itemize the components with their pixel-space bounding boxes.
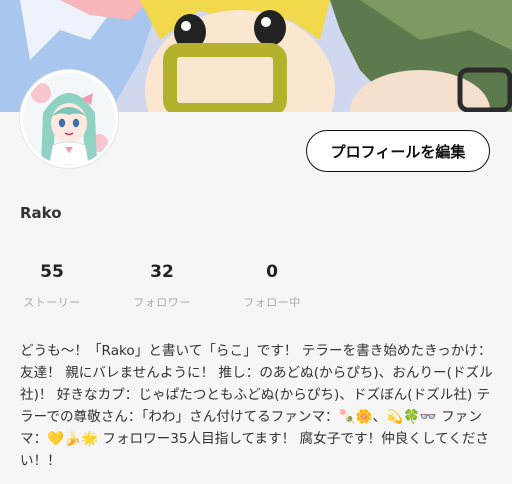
stories-label: ストーリー <box>23 296 81 309</box>
stories-count: 55 <box>40 262 64 282</box>
stat-followers[interactable]: 32 フォロワー <box>117 262 207 310</box>
following-label: フォロー中 <box>243 296 301 309</box>
profile-avatar[interactable] <box>20 70 118 168</box>
edit-profile-button[interactable]: プロフィールを編集 <box>306 130 490 172</box>
stat-following[interactable]: 0 フォロー中 <box>227 262 317 310</box>
profile-bio: どうも〜！「Rako」と書いて「らこ」です！ テラーを書き始めたきっかけ：友達！… <box>20 343 493 469</box>
followers-count: 32 <box>150 262 174 282</box>
stat-stories[interactable]: 55 ストーリー <box>7 262 97 310</box>
username: Rako <box>20 204 62 222</box>
followers-label: フォロワー <box>133 296 191 309</box>
following-count: 0 <box>266 262 278 282</box>
